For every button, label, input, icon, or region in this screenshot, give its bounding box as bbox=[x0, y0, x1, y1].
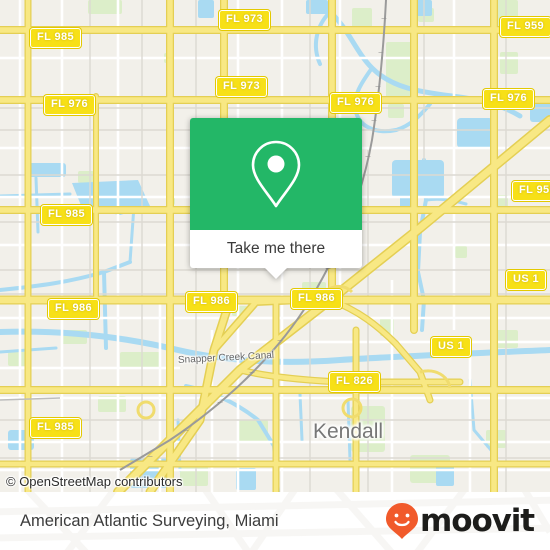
road-shield[interactable]: FL 976 bbox=[483, 89, 535, 109]
road-shield[interactable]: FL 986 bbox=[291, 289, 343, 309]
road-shield[interactable]: FL 826 bbox=[329, 372, 381, 392]
road-shield[interactable]: US 1 bbox=[506, 270, 547, 290]
location-title: American Atlantic Surveying, Miami bbox=[20, 511, 279, 530]
road-shield[interactable]: FL 976 bbox=[44, 95, 96, 115]
map-screenshot: FL 973 FL 959 FL 985 FL 973 FL 976 FL 97… bbox=[0, 0, 550, 550]
road-shield[interactable]: FL 959 bbox=[500, 17, 550, 37]
popup-pin-panel bbox=[190, 118, 362, 230]
road-shield[interactable]: FL 985 bbox=[30, 418, 82, 438]
popup-tail-pointer bbox=[265, 268, 287, 279]
map-pin-icon bbox=[251, 140, 301, 208]
popup-action-bar[interactable]: Take me there bbox=[190, 230, 362, 268]
moovit-wordmark: moovit bbox=[420, 502, 535, 539]
place-label-kendall: Kendall bbox=[313, 420, 384, 443]
map-canvas[interactable]: FL 973 FL 959 FL 985 FL 973 FL 976 FL 97… bbox=[0, 0, 550, 492]
road-shield[interactable]: FL 973 bbox=[216, 77, 268, 97]
road-shield[interactable]: FL 986 bbox=[48, 299, 100, 319]
road-shield[interactable]: FL 976 bbox=[330, 93, 382, 113]
road-shield[interactable]: FL 959 bbox=[512, 181, 550, 201]
take-me-there-popup[interactable]: Take me there bbox=[190, 118, 362, 279]
road-shield[interactable]: US 1 bbox=[431, 337, 472, 357]
road-shield[interactable]: FL 973 bbox=[219, 10, 271, 30]
moovit-logo[interactable]: moovit bbox=[385, 502, 535, 540]
road-shield[interactable]: FL 985 bbox=[41, 205, 93, 225]
moovit-smiley-pin-icon bbox=[386, 503, 419, 539]
footer-bar: American Atlantic Surveying, Miami moovi… bbox=[0, 492, 550, 550]
osm-attribution[interactable]: © OpenStreetMap contributors bbox=[6, 475, 183, 488]
road-shield[interactable]: FL 985 bbox=[30, 28, 82, 48]
take-me-there-label: Take me there bbox=[226, 240, 326, 258]
road-shield[interactable]: FL 986 bbox=[186, 292, 238, 312]
